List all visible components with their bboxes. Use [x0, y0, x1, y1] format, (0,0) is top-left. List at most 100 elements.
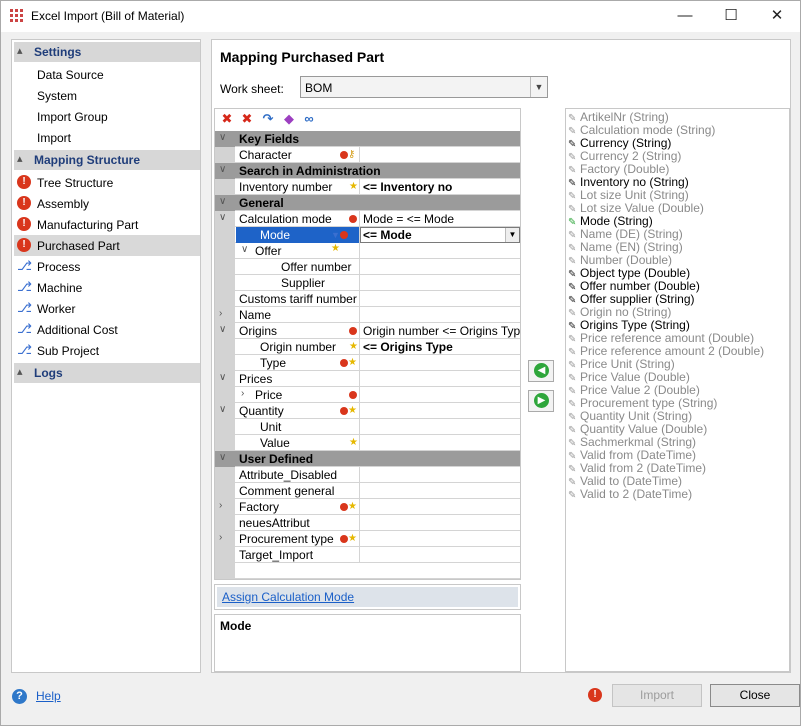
field-row[interactable]: › Name — [215, 307, 520, 323]
chevron-down-icon[interactable]: ∨ — [219, 324, 226, 335]
import-button[interactable]: Import — [612, 684, 702, 707]
sidebar-item[interactable]: ⎇ Additional Cost — [14, 319, 200, 340]
nav-section-header[interactable]: ▴ Settings — [14, 42, 200, 62]
row-gutter: › — [215, 499, 235, 515]
chevron-down-icon[interactable]: ∨ — [219, 452, 226, 463]
close-button[interactable]: Close — [710, 684, 800, 707]
field-row[interactable]: Customs tariff number — [215, 291, 520, 307]
nav-section-header[interactable]: ▴ Mapping Structure — [14, 150, 200, 170]
field-row[interactable]: Comment general — [215, 483, 520, 499]
sidebar-item[interactable]: Import Group — [14, 106, 200, 127]
source-column-name: Price Value 2 — [580, 383, 651, 397]
source-column-type: (String) — [676, 123, 716, 137]
field-name: Unit — [260, 420, 282, 434]
worksheet-label: Work sheet: — [220, 82, 284, 96]
chevron-down-icon[interactable]: ∨ — [219, 212, 226, 223]
source-columns-list[interactable]: ✎ ArtikelNr (String) ✎ Calculation mode (St… — [565, 108, 790, 672]
field-row[interactable]: Unit — [215, 419, 520, 435]
field-row[interactable]: Inventory number ★ <= Inventory no — [215, 179, 520, 195]
source-column-name: Offer number — [580, 279, 651, 293]
row-gutter — [215, 275, 235, 291]
chevron-down-icon[interactable]: ∨ — [219, 164, 226, 175]
chevron-down-icon[interactable]: ▼ — [530, 77, 547, 97]
sidebar-item[interactable]: ! Assembly — [14, 193, 200, 214]
field-row[interactable]: ∨ Origins Origin number <= Origins Type — [215, 323, 520, 339]
field-row[interactable]: Supplier — [215, 275, 520, 291]
delete-mapping-icon[interactable]: ✖ — [219, 111, 235, 127]
field-row[interactable]: Attribute_Disabled — [215, 467, 520, 483]
close-window-button[interactable]: ✕ — [754, 1, 800, 32]
field-row[interactable]: Character ⚷ — [215, 147, 520, 163]
field-row[interactable]: Offer number — [215, 259, 520, 275]
nav-section-header[interactable]: ▴ Logs — [14, 363, 200, 383]
worksheet-select[interactable]: BOM ▼ — [300, 76, 548, 98]
sidebar-item[interactable]: ! Tree Structure — [14, 172, 200, 193]
field-row[interactable]: Origin number ★ <= Origins Type — [215, 339, 520, 355]
maximize-button[interactable]: ☐ — [708, 1, 754, 32]
sidebar-item[interactable]: ! Manufacturing Part — [14, 214, 200, 235]
sidebar-item-label: Additional Cost — [37, 323, 118, 337]
sidebar-item[interactable]: ⎇ Machine — [14, 277, 200, 298]
delete-all-mappings-icon[interactable]: ✖ — [239, 111, 255, 127]
field-row[interactable]: ∨ Prices — [215, 371, 520, 387]
row-gutter: › — [215, 531, 235, 547]
row-gutter — [215, 547, 235, 563]
field-name: neuesAttribut — [239, 516, 310, 530]
sidebar-item[interactable]: Import — [14, 127, 200, 148]
chevron-down-icon[interactable]: ▼ — [505, 228, 519, 242]
import-window: Excel Import (Bill of Material) — ☐ ✕ ▴ S… — [0, 0, 801, 726]
help-link[interactable]: Help — [36, 689, 61, 703]
chevron-right-icon[interactable]: › — [219, 308, 222, 319]
chevron-down-icon[interactable]: ∨ — [219, 404, 226, 415]
field-row[interactable]: Mode ▼★ ▼ <= Mode — [215, 227, 520, 254]
chevron-down-icon[interactable]: ∨ — [219, 372, 226, 383]
source-column-name: Valid to — [580, 474, 620, 488]
field-row[interactable]: › Procurement type ★ — [215, 531, 520, 547]
assign-right-button[interactable]: ▶ — [528, 390, 554, 412]
help-icon[interactable]: ? — [12, 689, 27, 704]
field-row[interactable]: › Factory ★ — [215, 499, 520, 515]
sidebar-item[interactable]: ⎇ Sub Project — [14, 340, 200, 361]
assign-left-button[interactable]: ◀ — [528, 360, 554, 382]
mapping-value[interactable]: <= Mode — [363, 228, 412, 242]
field-row[interactable]: › Price — [215, 387, 520, 403]
field-row[interactable]: Type ★ — [215, 355, 520, 371]
field-row[interactable]: Value ★ — [215, 435, 520, 451]
field-row[interactable]: neuesAttribut — [215, 515, 520, 531]
chevron-right-icon[interactable]: › — [219, 500, 222, 511]
row-gutter — [215, 355, 235, 371]
chevron-right-icon[interactable]: › — [241, 388, 244, 399]
source-column-type: (String) — [632, 136, 672, 150]
auto-assign-icon[interactable]: ↷ — [260, 111, 276, 127]
source-column-type: (String) — [649, 188, 689, 202]
source-column-item[interactable]: ✎ Valid to 2 (DateTime) — [568, 488, 692, 502]
sidebar-item[interactable]: ⎇ Process — [14, 256, 200, 277]
field-row[interactable]: Target_Import — [215, 547, 520, 563]
chevron-down-icon[interactable]: ∨ — [241, 244, 248, 255]
column-divider — [359, 387, 360, 403]
field-row[interactable]: ∨ Offer — [215, 243, 520, 259]
minimize-button[interactable]: — — [662, 1, 708, 32]
source-column-type: (Double) — [657, 201, 704, 215]
column-divider — [359, 323, 360, 339]
row-gutter — [215, 387, 235, 403]
chevron-right-icon[interactable]: › — [219, 532, 222, 543]
sidebar-item[interactable]: System — [14, 85, 200, 106]
column-divider — [359, 419, 360, 435]
row-gutter: ∨ — [215, 323, 235, 339]
add-attribute-icon[interactable]: ◆ — [281, 111, 297, 127]
link-icon[interactable]: ∞ — [301, 111, 317, 127]
field-row[interactable]: ∨ Quantity ★ — [215, 403, 520, 419]
collapse-icon[interactable]: ▴ — [17, 365, 23, 378]
star-icon: ★ — [349, 437, 358, 448]
chevron-down-icon[interactable]: ∨ — [219, 132, 226, 143]
field-row[interactable]: ∨ Calculation mode Mode = <= Mode — [215, 211, 520, 227]
collapse-icon[interactable]: ▴ — [17, 152, 23, 165]
sidebar-item[interactable]: ! Purchased Part — [14, 235, 200, 256]
sidebar-item[interactable]: ⎇ Worker — [14, 298, 200, 319]
collapse-icon[interactable]: ▴ — [17, 44, 23, 57]
sidebar-item[interactable]: Data Source — [14, 64, 200, 85]
assign-calculation-mode-link[interactable]: Assign Calculation Mode — [222, 590, 354, 604]
sidebar-item-label: Worker — [37, 302, 76, 316]
chevron-down-icon[interactable]: ∨ — [219, 196, 226, 207]
